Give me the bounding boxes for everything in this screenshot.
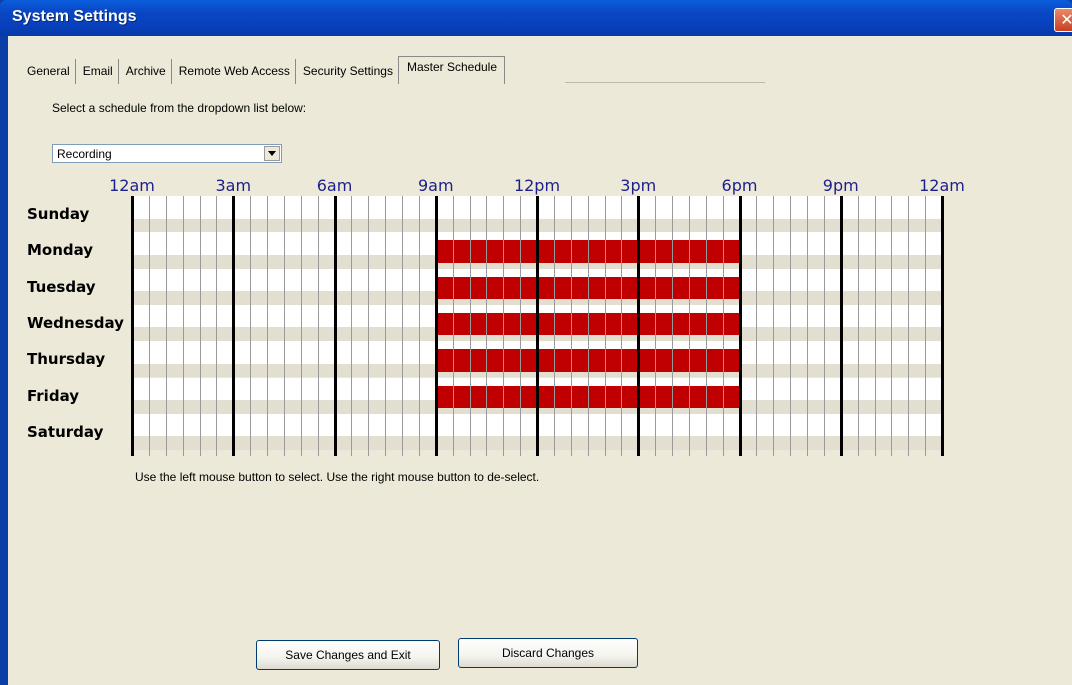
gridline	[503, 196, 505, 456]
gridline	[823, 196, 825, 456]
day-label: Wednesday	[27, 313, 124, 332]
save-changes-button[interactable]: Save Changes and Exit	[256, 640, 440, 670]
major-gridline	[232, 196, 236, 456]
major-gridline	[434, 196, 438, 456]
gridline	[317, 196, 319, 456]
hint-text: Use the left mouse button to select. Use…	[135, 470, 540, 484]
gridline	[368, 196, 370, 456]
schedule-dropdown-value: Recording	[57, 147, 112, 161]
major-gridline	[941, 196, 944, 456]
tab-master-schedule[interactable]: Master Schedule	[397, 56, 505, 84]
major-gridline	[333, 196, 337, 456]
major-gridline	[738, 196, 742, 456]
gridline	[891, 196, 893, 456]
time-label: 6pm	[721, 176, 758, 195]
gridline	[351, 196, 353, 456]
tab-strip: General Email Archive Remote Web Access …	[20, 56, 505, 84]
gridline	[300, 196, 302, 456]
gridline	[402, 196, 403, 456]
day-label: Saturday	[27, 422, 104, 441]
gridline	[857, 196, 859, 456]
major-gridline	[536, 196, 539, 456]
time-label: 9am	[417, 176, 454, 195]
gridline	[418, 196, 420, 456]
time-label: 12am	[919, 176, 965, 195]
gridline	[621, 196, 623, 456]
window-title: System Settings	[12, 8, 137, 25]
gridline	[722, 196, 724, 456]
gridline	[807, 196, 808, 456]
gridline	[148, 196, 150, 456]
gridline	[756, 196, 758, 456]
discard-changes-button[interactable]: Discard Changes	[458, 638, 638, 668]
close-button[interactable]: ✕	[1054, 8, 1072, 32]
tab-general[interactable]: General	[20, 59, 76, 84]
gridline	[553, 196, 555, 456]
gridline	[520, 196, 522, 456]
gridline	[672, 196, 673, 456]
system-settings-window: System Settings ✕ General Email Archive …	[0, 0, 1072, 685]
gridline	[250, 196, 252, 456]
tab-security-settings[interactable]: Security Settings	[296, 59, 398, 84]
tab-divider	[565, 82, 765, 83]
gridline	[688, 196, 690, 456]
gridline	[452, 196, 454, 456]
gridline	[267, 196, 268, 456]
major-gridline	[131, 196, 134, 456]
instruction-text: Select a schedule from the dropdown list…	[52, 101, 307, 115]
gridline	[908, 196, 910, 456]
gridline	[570, 196, 572, 456]
day-label: Sunday	[27, 205, 90, 223]
tab-archive[interactable]: Archive	[119, 59, 172, 84]
gridline	[199, 196, 201, 456]
day-label: Friday	[27, 386, 80, 405]
close-icon: ✕	[1060, 10, 1072, 29]
day-label: Thursday	[27, 350, 106, 369]
gridline	[165, 196, 167, 456]
gridline	[874, 196, 876, 456]
time-label: 3pm	[620, 176, 657, 195]
time-label: 12am	[109, 176, 155, 195]
gridline	[182, 196, 184, 456]
time-label: 12pm	[513, 176, 561, 195]
time-label: 3am	[215, 176, 252, 195]
gridline	[283, 196, 285, 456]
gridline	[655, 196, 657, 456]
day-label: Monday	[27, 241, 94, 260]
gridline	[385, 196, 387, 456]
gridline	[773, 196, 775, 456]
tab-email[interactable]: Email	[76, 59, 119, 84]
day-label: Tuesday	[27, 277, 96, 296]
time-label: 9pm	[822, 176, 859, 195]
chevron-down-icon[interactable]	[264, 146, 280, 161]
gridline	[587, 196, 589, 456]
gridline	[604, 196, 606, 456]
schedule-grid[interactable]	[131, 196, 944, 456]
major-gridline	[637, 196, 641, 456]
time-label: 6am	[316, 176, 353, 195]
gridline	[705, 196, 707, 456]
gridline	[486, 196, 488, 456]
gridline	[790, 196, 792, 456]
tab-remote-web-access[interactable]: Remote Web Access	[172, 59, 296, 84]
gridline	[469, 196, 471, 456]
title-bar[interactable]: System Settings ✕	[0, 0, 1072, 36]
gridline	[925, 196, 927, 456]
major-gridline	[839, 196, 843, 456]
schedule-dropdown[interactable]: Recording	[52, 144, 282, 163]
gridline	[216, 196, 218, 456]
